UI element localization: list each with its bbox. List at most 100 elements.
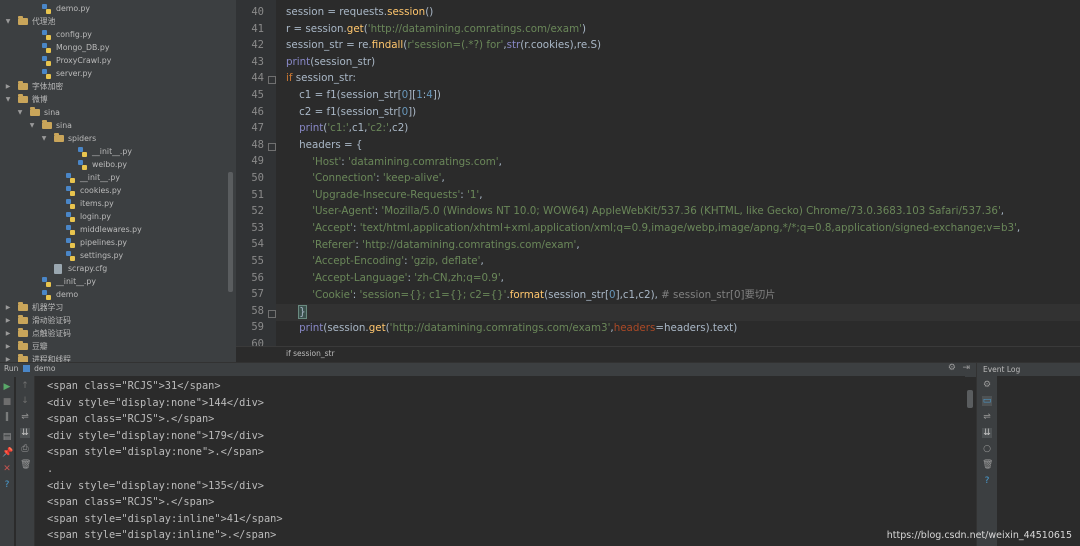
python-file-icon	[66, 238, 75, 248]
folder-icon	[18, 328, 28, 337]
tree-file[interactable]: config.py	[0, 28, 236, 41]
tree-file[interactable]: demo.py	[0, 2, 236, 15]
tree-item-label: 机器学习	[32, 303, 64, 312]
line-number: 48	[251, 138, 264, 151]
tree-file[interactable]: login.py	[0, 210, 236, 223]
pin-icon[interactable]: 📌	[2, 448, 13, 458]
chevron-right-icon[interactable]: ▶	[4, 340, 12, 353]
chevron-right-icon[interactable]: ▶	[4, 80, 12, 93]
line-number: 57	[251, 288, 264, 301]
code-line: 'User-Agent': 'Mozilla/5.0 (Windows NT 1…	[312, 205, 1005, 217]
code-line: 'Accept-Language': 'zh-CN,zh;q=0.9',	[312, 272, 504, 284]
tree-folder[interactable]: ▼ sina	[0, 119, 236, 132]
tree-file[interactable]: __init__.py	[0, 171, 236, 184]
settings-icon[interactable]: ⚙	[982, 380, 992, 390]
tree-file[interactable]: middlewares.py	[0, 223, 236, 236]
fold-toggle[interactable]	[268, 76, 276, 84]
python-file-icon	[66, 186, 75, 196]
chevron-down-icon[interactable]: ▼	[16, 106, 24, 119]
chevron-down-icon[interactable]: ▼	[40, 132, 48, 145]
soft-wrap-icon[interactable]: ⇌	[20, 412, 30, 422]
tree-folder[interactable]: ▶ 机器学习	[0, 301, 236, 314]
balloon-icon[interactable]: ▭	[982, 396, 992, 406]
chevron-right-icon[interactable]: ▶	[4, 301, 12, 314]
tree-file[interactable]: scrapy.cfg	[0, 262, 236, 275]
folder-icon	[18, 341, 28, 350]
tree-file[interactable]: __init__.py	[0, 275, 236, 288]
tree-folder[interactable]: ▶ 字体加密	[0, 80, 236, 93]
clear-all-icon[interactable]: 🗑	[20, 460, 31, 470]
tree-file[interactable]: server.py	[0, 67, 236, 80]
tree-item-label: config.py	[56, 30, 92, 39]
tree-item-label: middlewares.py	[80, 225, 142, 234]
tree-folder[interactable]: ▼ sina	[0, 106, 236, 119]
code-line: 'Cookie': 'session={}; c1={}; c2={}'.for…	[312, 289, 776, 301]
hide-panel-icon[interactable]: ⇥	[962, 363, 970, 373]
folder-icon	[18, 315, 28, 324]
clear-all-icon[interactable]: 🗑	[982, 460, 993, 470]
console-line: <div style="display:none">144</div>	[47, 396, 264, 409]
breadcrumb[interactable]: if session_str	[236, 346, 1080, 362]
console-line: <span class="RCJS">31</span>	[47, 380, 221, 392]
fold-toggle[interactable]	[268, 143, 276, 151]
tree-file[interactable]: items.py	[0, 197, 236, 210]
help-icon[interactable]: ?	[2, 480, 12, 490]
run-tab[interactable]: Run demo	[4, 364, 55, 373]
settings-gear-icon[interactable]: ⚙	[948, 363, 956, 373]
chevron-right-icon[interactable]: ▶	[4, 327, 12, 340]
tree-file[interactable]: settings.py	[0, 249, 236, 262]
help-icon[interactable]: ?	[982, 476, 992, 486]
code-editor[interactable]: 40 41 42 43 44 45 46 47 48 49 50 51 52 53 54 55 56 57 58 59…	[236, 0, 1080, 362]
tree-file[interactable]: ProxyCrawl.py	[0, 54, 236, 67]
console-line: <span class="RCJS">.</span>	[47, 496, 215, 509]
tree-folder[interactable]: ▼ 代理池	[0, 15, 236, 28]
line-number: 41	[251, 22, 264, 35]
tree-folder[interactable]: ▼ 微博	[0, 93, 236, 106]
run-label: Run	[4, 364, 19, 373]
tree-item-label: __init__.py	[80, 173, 120, 182]
project-tree-scrollbar[interactable]	[228, 172, 233, 292]
tree-item-label: settings.py	[80, 251, 124, 260]
tree-file[interactable]: weibo.py	[0, 158, 236, 171]
project-tree[interactable]: demo.py ▼ 代理池 config.py Mongo_DB.py ProxyCraw…	[0, 0, 236, 362]
console-scrollbar[interactable]	[967, 390, 973, 408]
chevron-right-icon[interactable]: ▶	[4, 353, 12, 362]
folder-icon	[54, 133, 64, 142]
event-log-panel[interactable]: ⚙ ▭ ⇌ ⇊ ○ 🗑 ?	[976, 376, 1080, 546]
tree-file[interactable]: cookies.py	[0, 184, 236, 197]
tree-file[interactable]: demo	[0, 288, 236, 301]
tree-folder[interactable]: ▶ 点触验证码	[0, 327, 236, 340]
layout-icon[interactable]: ▤	[2, 432, 12, 442]
print-icon[interactable]: ⎙	[20, 444, 30, 454]
code-line: session = requests.session()	[286, 6, 434, 18]
chevron-right-icon[interactable]: ▶	[4, 314, 12, 327]
console-output[interactable]: <span class="RCJS">31</span> <div style="…	[35, 376, 965, 546]
tree-folder[interactable]: ▼ spiders	[0, 132, 236, 145]
tree-folder[interactable]: ▶ 豆瓣	[0, 340, 236, 353]
tree-item-label: Mongo_DB.py	[56, 43, 110, 52]
tree-file[interactable]: pipelines.py	[0, 236, 236, 249]
pause-icon[interactable]: ‖	[2, 412, 12, 422]
soft-wrap-icon[interactable]: ⇌	[982, 412, 992, 422]
scroll-to-end-icon[interactable]: ⇊	[20, 428, 30, 438]
rerun-icon[interactable]: ▶	[2, 382, 12, 392]
tree-folder[interactable]: ▶ 滑动验证码	[0, 314, 236, 327]
fold-toggle[interactable]	[268, 310, 276, 318]
mark-read-icon[interactable]: ○	[982, 444, 992, 454]
console-line: <span style="display:none">.</span>	[47, 446, 264, 459]
scroll-to-end-icon[interactable]: ⇊	[982, 428, 992, 438]
watermark: https://blog.csdn.net/weixin_44510615	[886, 530, 1072, 541]
scroll-up-icon[interactable]: ↑	[20, 381, 30, 391]
scroll-down-icon[interactable]: ↓	[20, 396, 30, 406]
close-icon[interactable]: ✕	[2, 464, 12, 474]
chevron-down-icon[interactable]: ▼	[4, 15, 12, 28]
tree-file[interactable]: __init__.py	[0, 145, 236, 158]
stop-icon[interactable]: ■	[2, 397, 12, 407]
chevron-down-icon[interactable]: ▼	[28, 119, 36, 132]
code-line: }	[298, 305, 307, 319]
python-file-icon	[66, 212, 75, 222]
python-file-icon	[42, 4, 51, 14]
chevron-down-icon[interactable]: ▼	[4, 93, 12, 106]
tree-folder[interactable]: ▶ 进程和线程	[0, 353, 236, 362]
tree-file[interactable]: Mongo_DB.py	[0, 41, 236, 54]
